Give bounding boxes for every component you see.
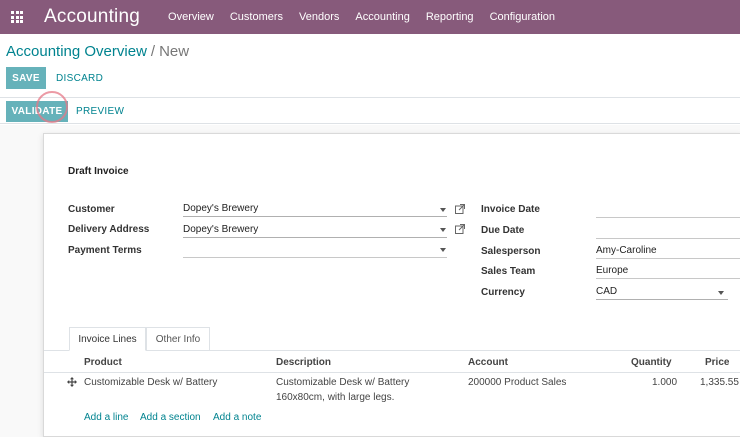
line-product[interactable]: Customizable Desk w/ Battery [84,377,217,388]
add-note-link[interactable]: Add a note [213,412,261,423]
menu-overview[interactable]: Overview [168,11,214,23]
breadcrumb-current: New [159,43,190,60]
menu-accounting[interactable]: Accounting [355,11,409,23]
customer-label: Customer [68,204,115,215]
line-description-line2[interactable]: 160x80cm, with large legs. [276,392,394,403]
line-description-line1[interactable]: Customizable Desk w/ Battery [276,377,409,388]
currency-label: Currency [481,287,525,298]
customer-value: Dopey's Brewery [183,203,259,214]
salesperson-value: Amy-Caroline [596,245,657,256]
customer-field[interactable]: Dopey's Brewery [183,200,447,217]
preview-button[interactable]: PREVIEW [76,101,124,122]
breadcrumb-parent[interactable]: Accounting Overview [6,43,147,60]
main-menu: Overview Customers Vendors Accounting Re… [168,11,571,23]
menu-vendors[interactable]: Vendors [299,11,339,23]
salesperson-field[interactable]: Amy-Caroline [596,242,740,259]
delivery-address-dropdown-icon[interactable] [440,228,446,232]
breadcrumb: Accounting Overview / New [6,43,189,60]
menu-reporting[interactable]: Reporting [426,11,474,23]
payment-terms-label: Payment Terms [68,245,142,256]
add-line-link[interactable]: Add a line [84,412,128,423]
payment-terms-dropdown-icon[interactable] [440,248,446,252]
salesperson-label: Salesperson [481,246,541,257]
delivery-address-field[interactable]: Dopey's Brewery [183,221,447,238]
delivery-address-external-link-icon[interactable] [455,224,465,234]
customer-external-link-icon[interactable] [455,204,465,214]
save-button[interactable]: SAVE [6,67,46,89]
delivery-address-label: Delivery Address [68,224,150,235]
form-title: Draft Invoice [68,166,129,177]
discard-button[interactable]: DISCARD [56,67,103,89]
app-title[interactable]: Accounting [44,6,140,28]
customer-dropdown-icon[interactable] [440,208,446,212]
line-account[interactable]: 200000 Product Sales [468,377,566,388]
currency-value: CAD [596,286,618,297]
table-header-divider [44,372,740,373]
menu-customers[interactable]: Customers [230,11,283,23]
invoice-date-label: Invoice Date [481,204,540,215]
column-header-quantity[interactable]: Quantity [631,357,672,368]
invoice-date-field[interactable] [596,201,740,218]
due-date-field[interactable] [596,222,740,239]
sales-team-label: Sales Team [481,266,536,277]
column-header-price[interactable]: Price [705,357,729,368]
breadcrumb-separator: / [150,43,156,60]
currency-field[interactable]: CAD [596,283,728,300]
line-quantity[interactable]: 1.000 [652,377,677,388]
currency-dropdown-icon[interactable] [718,291,724,295]
sales-team-field[interactable]: Europe [596,262,740,279]
delivery-address-value: Dopey's Brewery [183,224,259,235]
validate-button[interactable]: VALIDATE [6,101,68,122]
tab-other-info[interactable]: Other Info [146,327,210,351]
column-header-account[interactable]: Account [468,357,508,368]
line-price[interactable]: 1,335.55 [700,377,739,388]
apps-grid-icon[interactable] [0,0,34,34]
due-date-label: Due Date [481,225,525,236]
column-header-product[interactable]: Product [84,357,122,368]
add-section-link[interactable]: Add a section [140,412,201,423]
drag-handle-icon[interactable] [67,377,77,387]
tab-invoice-lines[interactable]: Invoice Lines [69,327,146,351]
sales-team-value: Europe [596,265,629,276]
menu-configuration[interactable]: Configuration [490,11,555,23]
payment-terms-field[interactable] [183,241,447,258]
top-navbar: Accounting Overview Customers Vendors Ac… [0,0,740,34]
column-header-description[interactable]: Description [276,357,331,368]
